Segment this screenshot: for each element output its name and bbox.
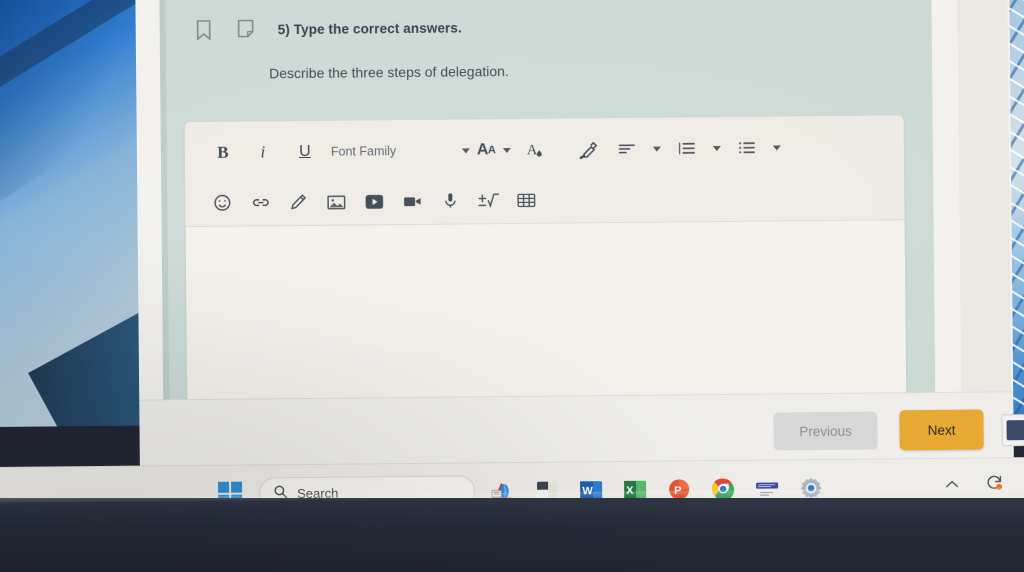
question-prompt: Describe the three steps of delegation. [269, 63, 509, 82]
highlighter-icon[interactable] [569, 136, 607, 162]
pencil-icon[interactable] [279, 189, 317, 215]
screen-area: 5) Type the correct answers. Describe th… [0, 0, 1024, 549]
font-family-chevron-down-icon[interactable] [461, 147, 470, 153]
underline-button[interactable]: U [283, 139, 327, 165]
microphone-icon[interactable] [431, 187, 469, 213]
toolbar-row-insert [203, 179, 886, 220]
taskbar-system-tray [944, 472, 1004, 498]
desktop-wallpaper-left [0, 0, 140, 428]
align-chevron-down-icon[interactable] [652, 146, 661, 152]
numbered-list-icon[interactable] [667, 135, 705, 161]
answer-input[interactable] [185, 220, 907, 422]
bold-button[interactable]: B [203, 140, 243, 166]
link-icon[interactable] [241, 189, 279, 215]
table-icon[interactable] [507, 187, 545, 213]
italic-button[interactable]: i [243, 139, 283, 165]
align-left-icon[interactable] [607, 136, 645, 162]
image-icon[interactable] [317, 189, 355, 215]
font-family-select[interactable]: Font Family [327, 138, 455, 165]
submit-button-partial[interactable] [1001, 414, 1024, 447]
note-icon[interactable] [236, 18, 256, 40]
math-symbol-icon[interactable] [469, 187, 507, 213]
camcorder-icon[interactable] [393, 188, 431, 214]
question-header: 5) Type the correct answers. [194, 16, 462, 41]
font-size-button[interactable]: AA [477, 137, 496, 163]
sync-icon[interactable] [984, 472, 1004, 497]
svg-text:A: A [527, 142, 538, 158]
bullet-list-icon[interactable] [727, 135, 765, 161]
font-size-chevron-down-icon[interactable] [502, 147, 511, 153]
toolbar-row-formatting: B i U Font Family AA A [203, 129, 886, 170]
monitor-bezel [0, 498, 1024, 572]
wallpaper-streak [0, 0, 140, 99]
rich-text-editor[interactable]: B i U Font Family AA A [184, 115, 907, 422]
bookmark-icon[interactable] [194, 19, 214, 41]
smiley-icon[interactable] [203, 190, 241, 216]
video-play-icon[interactable] [355, 188, 393, 214]
numbered-list-chevron-down-icon[interactable] [712, 145, 721, 151]
page-right-margin [957, 0, 1012, 418]
monitor-photo: 5) Type the correct answers. Describe th… [0, 0, 1024, 572]
next-button[interactable]: Next [899, 409, 984, 451]
navigation-bar: Previous Next [139, 391, 1024, 466]
question-number-label: 5) Type the correct answers. [277, 19, 462, 37]
bullet-list-chevron-down-icon[interactable] [772, 144, 781, 151]
editor-toolbar: B i U Font Family AA A [185, 115, 905, 220]
font-color-icon[interactable]: A [517, 137, 555, 163]
previous-button[interactable]: Previous [773, 411, 878, 451]
